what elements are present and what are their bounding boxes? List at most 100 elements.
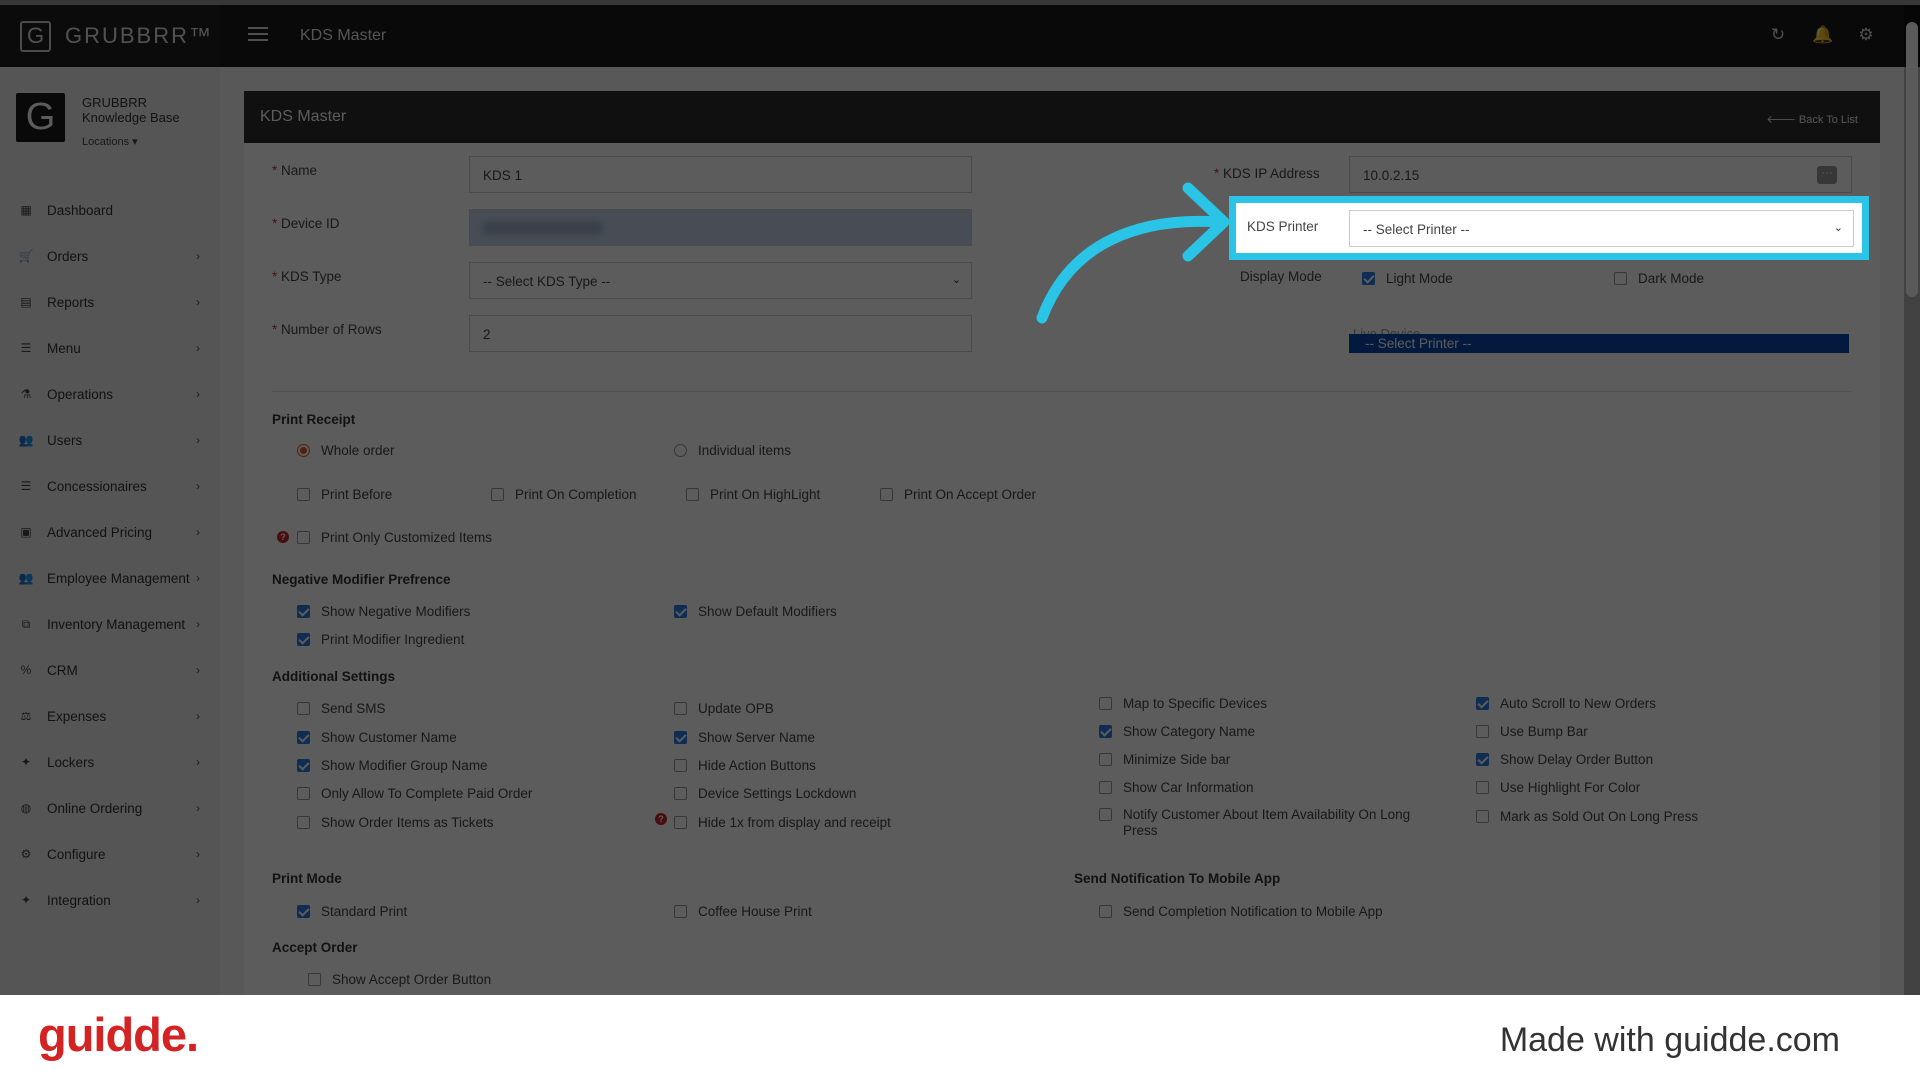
help-icon[interactable]: ? xyxy=(655,813,667,825)
sidebar-item-concessionaires[interactable]: ☰ Concessionaires › xyxy=(0,463,220,509)
show-car-information-checkbox[interactable]: Show Car Information xyxy=(1099,780,1254,796)
minimize-side-bar-checkbox[interactable]: Minimize Side bar xyxy=(1099,752,1230,768)
update-opb-checkbox[interactable]: Update OPB xyxy=(674,701,774,717)
rows-label: * Number of Rows xyxy=(272,322,382,337)
light-mode-checkbox[interactable]: Light Mode xyxy=(1362,271,1453,287)
use-bump-bar-checkbox[interactable]: Use Bump Bar xyxy=(1476,724,1588,740)
annotation-arrow-icon xyxy=(1036,182,1230,324)
sidebar-item-users[interactable]: 👥 Users › xyxy=(0,417,220,463)
advanced-pricing-icon: ▣ xyxy=(20,525,32,539)
dropdown-option-select-printer[interactable]: -- Select Printer -- xyxy=(1349,334,1849,353)
sidebar-item-label: Expenses xyxy=(47,708,107,724)
show-delay-order-checkbox[interactable]: Show Delay Order Button xyxy=(1476,752,1653,768)
kds-type-select[interactable]: -- Select KDS Type -- ⌄ xyxy=(469,262,972,299)
print-on-highlight-checkbox[interactable]: Print On HighLight xyxy=(686,487,820,503)
show-default-modifiers-checkbox[interactable]: Show Default Modifiers xyxy=(674,604,837,620)
expenses-icon: ⚖ xyxy=(20,709,32,723)
sidebar-item-expenses[interactable]: ⚖ Expenses › xyxy=(0,693,220,739)
more-icon[interactable]: ··· xyxy=(1817,166,1837,184)
users-icon: 👥 xyxy=(18,433,34,447)
map-specific-devices-checkbox[interactable]: Map to Specific Devices xyxy=(1099,696,1267,712)
only-allow-paid-checkbox[interactable]: Only Allow To Complete Paid Order xyxy=(297,786,532,802)
show-order-items-tickets-checkbox[interactable]: Show Order Items as Tickets xyxy=(297,815,494,831)
use-highlight-color-checkbox[interactable]: Use Highlight For Color xyxy=(1476,780,1640,796)
completion-notification-checkbox[interactable]: Send Completion Notification to Mobile A… xyxy=(1099,904,1383,920)
sidebar-item-lockers[interactable]: ✦ Lockers › xyxy=(0,739,220,785)
show-accept-order-button-checkbox[interactable]: Show Accept Order Button xyxy=(308,972,491,988)
locations-dropdown[interactable]: Locations ▾ xyxy=(82,135,138,148)
print-only-customized-checkbox[interactable]: Print Only Customized Items xyxy=(297,530,492,546)
print-modifier-ingredient-checkbox[interactable]: Print Modifier Ingredient xyxy=(297,632,464,648)
integration-icon: ✦ xyxy=(20,893,32,907)
negative-modifier-heading: Negative Modifier Prefrence xyxy=(272,572,451,587)
crm-icon: % xyxy=(20,663,32,677)
device-settings-lockdown-checkbox[interactable]: Device Settings Lockdown xyxy=(674,786,856,802)
sidebar-item-label: Operations xyxy=(47,386,114,402)
dark-mode-checkbox[interactable]: Dark Mode xyxy=(1614,271,1704,287)
show-server-name-checkbox[interactable]: Show Server Name xyxy=(674,730,815,746)
rows-input[interactable]: 2 xyxy=(469,315,972,352)
sidebar-item-label: Dashboard xyxy=(47,202,114,218)
chevron-down-icon: ⌄ xyxy=(951,274,961,286)
profile-name: GRUBBRR Knowledge Base xyxy=(82,95,180,125)
show-customer-name-checkbox[interactable]: Show Customer Name xyxy=(297,730,457,746)
notify-customer-checkbox[interactable]: Notify Customer About Item Availability … xyxy=(1099,807,1429,839)
sidebar-item-integration[interactable]: ✦ Integration › xyxy=(0,877,220,923)
kds-printer-select[interactable]: -- Select Printer -- ⌄ xyxy=(1349,210,1854,247)
help-icon[interactable]: ? xyxy=(277,531,289,543)
show-negative-modifiers-checkbox[interactable]: Show Negative Modifiers xyxy=(297,604,470,620)
chevron-right-icon: › xyxy=(196,617,200,631)
hide-action-buttons-checkbox[interactable]: Hide Action Buttons xyxy=(674,758,816,774)
sidebar-item-operations[interactable]: ⚗ Operations › xyxy=(0,371,220,417)
show-modifier-group-name-checkbox[interactable]: Show Modifier Group Name xyxy=(297,758,488,774)
sidebar-item-inventory-management[interactable]: ⧉ Inventory Management › xyxy=(0,601,220,647)
made-with-guidde: Made with guidde.com xyxy=(1499,1021,1840,1059)
back-to-list-link[interactable]: 🡐 Back To List xyxy=(1766,112,1858,126)
show-category-name-checkbox[interactable]: Show Category Name xyxy=(1099,724,1255,740)
sidebar-item-online-ordering[interactable]: ◍ Online Ordering › xyxy=(0,785,220,831)
standard-print-checkbox[interactable]: Standard Print xyxy=(297,904,407,920)
dashboard-icon: ▦ xyxy=(20,203,32,217)
sidebar-item-orders[interactable]: 🛒 Orders › xyxy=(0,233,220,279)
whole-order-radio[interactable]: Whole order xyxy=(297,443,395,459)
print-on-completion-checkbox[interactable]: Print On Completion xyxy=(491,487,637,503)
print-mode-heading: Print Mode xyxy=(272,871,342,886)
mark-sold-out-checkbox[interactable]: Mark as Sold Out On Long Press xyxy=(1476,809,1698,825)
ip-input[interactable]: 10.0.2.15 ··· xyxy=(1349,156,1852,193)
sidebar-item-crm[interactable]: % CRM › xyxy=(0,647,220,693)
chevron-right-icon: › xyxy=(196,387,200,401)
scrollbar-thumb[interactable] xyxy=(1906,22,1918,297)
bell-icon[interactable]: 🔔 xyxy=(1812,25,1833,45)
brand[interactable]: G GRUBBRR™ xyxy=(0,5,220,67)
sidebar-item-reports[interactable]: ▤ Reports › xyxy=(0,279,220,325)
chevron-down-icon: ⌄ xyxy=(1833,222,1843,234)
sidebar-item-label: Employee Management xyxy=(47,570,190,586)
name-input[interactable]: KDS 1 xyxy=(469,156,972,193)
chevron-right-icon: › xyxy=(196,479,200,493)
sidebar-item-label: Concessionaires xyxy=(47,478,147,494)
sidebar-item-menu[interactable]: ☰ Menu › xyxy=(0,325,220,371)
device-id-input[interactable] xyxy=(469,209,972,246)
print-receipt-heading: Print Receipt xyxy=(272,412,356,427)
auto-scroll-checkbox[interactable]: Auto Scroll to New Orders xyxy=(1476,696,1656,712)
coffee-house-print-checkbox[interactable]: Coffee House Print xyxy=(674,904,812,920)
hide-1x-checkbox[interactable]: Hide 1x from display and receipt xyxy=(674,815,891,831)
chevron-right-icon: › xyxy=(196,295,200,309)
send-sms-checkbox[interactable]: Send SMS xyxy=(297,701,386,717)
sidebar: G GRUBBRR Knowledge Base Locations ▾ ▦ Da… xyxy=(0,67,220,995)
device-id-label: * Device ID xyxy=(272,216,340,231)
sidebar-item-label: Reports xyxy=(47,294,95,310)
sidebar-item-label: Menu xyxy=(47,340,81,356)
print-before-checkbox[interactable]: Print Before xyxy=(297,487,392,503)
sidebar-item-dashboard[interactable]: ▦ Dashboard xyxy=(0,187,220,233)
hamburger-menu-icon[interactable] xyxy=(248,27,268,41)
brand-logo-icon: G xyxy=(20,20,51,52)
sidebar-item-employee-management[interactable]: 👥 Employee Management › xyxy=(0,555,220,601)
refresh-icon[interactable]: ↻ xyxy=(1768,25,1788,45)
sidebar-item-configure[interactable]: ⚙ Configure › xyxy=(0,831,220,877)
name-label: * Name xyxy=(272,163,318,178)
gear-icon[interactable]: ⚙ xyxy=(1856,25,1876,45)
print-on-accept-checkbox[interactable]: Print On Accept Order xyxy=(880,487,1036,503)
individual-items-radio[interactable]: Individual items xyxy=(674,443,791,459)
sidebar-item-advanced-pricing[interactable]: ▣ Advanced Pricing › xyxy=(0,509,220,555)
